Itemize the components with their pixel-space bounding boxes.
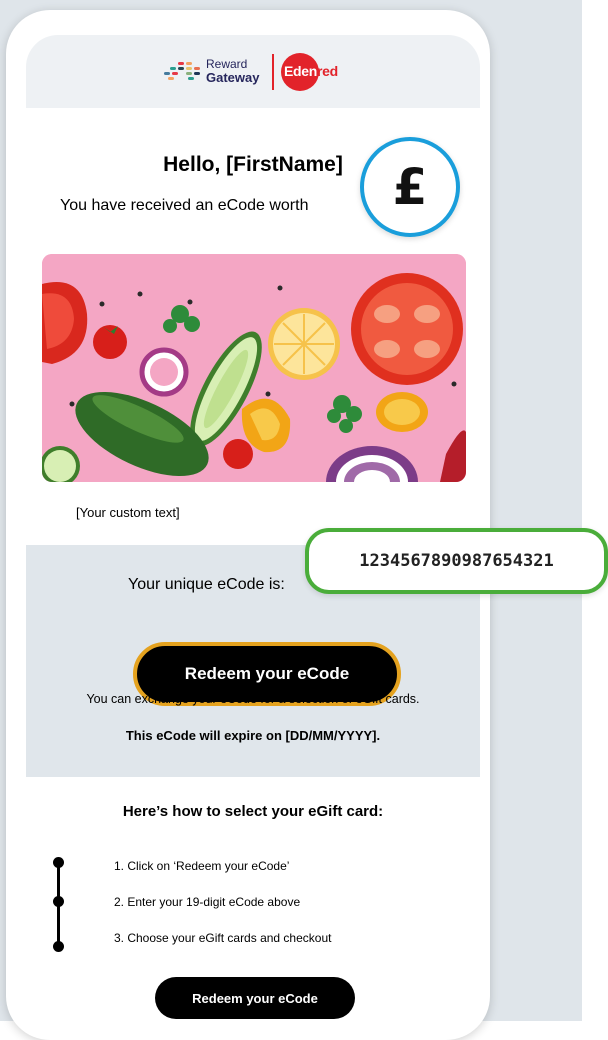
step-dot-icon — [53, 896, 64, 907]
custom-text: [Your custom text] — [76, 505, 180, 520]
step-item: 3. Choose your eGift cards and checkout — [114, 931, 332, 945]
unique-ecode-label: Your unique eCode is: — [128, 576, 285, 593]
reward-gateway-wordmark: Reward Gateway — [206, 58, 260, 85]
step-item: 1. Click on ‘Redeem your eCode’ — [114, 859, 290, 873]
vegetables-illustration — [42, 254, 466, 482]
edenred-wordmark: Eden — [284, 63, 318, 79]
edenred-logo: Edenred — [281, 53, 351, 91]
ecode-worth-text: You have received an eCode worth — [60, 197, 309, 214]
pound-currency-badge: £ — [360, 137, 460, 237]
howto-heading: Here’s how to select your eGift card: — [122, 803, 384, 820]
reward-gateway-logo-icon — [164, 62, 200, 80]
ecode-value: 1234567890987654321 — [359, 551, 554, 571]
ecode-value-pill: 1234567890987654321 — [305, 528, 608, 594]
redeem-ecode-button-bottom[interactable]: Redeem your eCode — [155, 977, 355, 1019]
logo-divider — [272, 54, 274, 90]
brand-logos: Reward Gateway Edenred — [164, 53, 354, 93]
exchange-info-text: You can exchange your eCode for a select… — [86, 692, 420, 706]
expiry-text: This eCode will expire on [DD/MM/YYYY]. — [125, 728, 381, 743]
email-header: Reward Gateway Edenred — [26, 35, 480, 108]
step-item: 2. Enter your 19-digit eCode above — [114, 895, 301, 909]
step-dot-icon — [53, 941, 64, 952]
vegetables-hero-image — [42, 254, 466, 482]
step-dot-icon — [53, 857, 64, 868]
reward-gateway-line2: Gateway — [206, 70, 260, 85]
edenred-wordmark-tail: red — [317, 63, 338, 79]
pound-symbol: £ — [392, 158, 428, 216]
